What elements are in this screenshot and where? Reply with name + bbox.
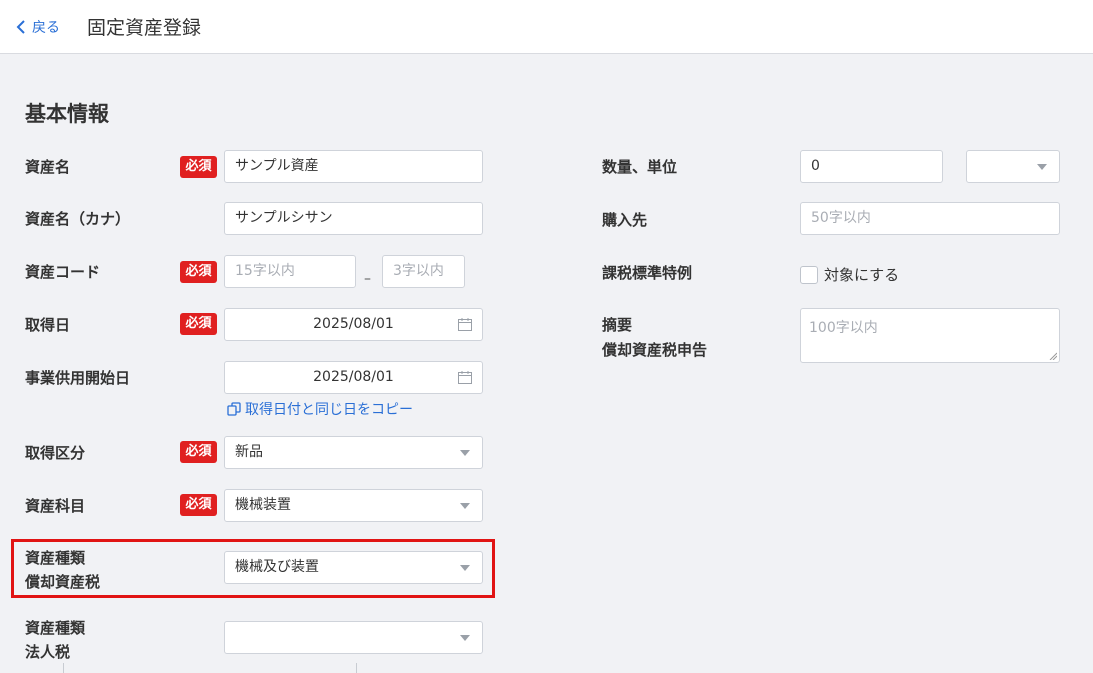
acquisition-type-label: 取得区分 xyxy=(25,444,86,462)
resize-handle-icon[interactable] xyxy=(1049,352,1057,360)
asset-type-depreciable-label-line2: 償却資産税 xyxy=(25,573,101,591)
caret-down-icon xyxy=(460,565,470,571)
asset-name-input[interactable]: サンプル資産 xyxy=(224,150,483,183)
section-title: 基本情報 xyxy=(25,102,109,126)
asset-name-label: 資産名 xyxy=(25,158,71,176)
back-label: 戻る xyxy=(32,20,60,36)
asset-code-input[interactable]: 15字以内 xyxy=(224,255,356,288)
required-badge: 必須 xyxy=(180,313,217,335)
divider xyxy=(356,663,357,673)
asset-type-depreciable-value: 機械及び装置 xyxy=(235,559,319,575)
tax-special-checkbox-label: 対象にする xyxy=(824,266,900,284)
tax-special-label: 課税標準特例 xyxy=(602,264,693,282)
tax-special-checkbox[interactable]: 対象にする xyxy=(800,264,899,285)
top-bar: 戻る 固定資産登録 xyxy=(0,0,1093,54)
service-start-date-label: 事業供用開始日 xyxy=(25,369,131,387)
acquisition-date-input[interactable]: 2025/08/01 xyxy=(224,308,483,341)
caret-down-icon xyxy=(460,503,470,509)
calendar-icon[interactable] xyxy=(458,318,472,331)
acquisition-type-select[interactable]: 新品 xyxy=(224,436,483,469)
required-badge: 必須 xyxy=(180,261,217,283)
calendar-icon[interactable] xyxy=(458,371,472,384)
unit-select[interactable] xyxy=(966,150,1060,183)
account-item-label: 資産科目 xyxy=(25,497,86,515)
asset-type-corporate-select[interactable] xyxy=(224,621,483,654)
supplier-label: 購入先 xyxy=(602,211,648,229)
asset-name-kana-input[interactable]: サンプルシサン xyxy=(224,202,483,235)
summary-label-line2: 償却資産税申告 xyxy=(602,341,708,359)
required-badge: 必須 xyxy=(180,156,217,178)
caret-down-icon xyxy=(1037,164,1047,170)
required-badge: 必須 xyxy=(180,494,217,516)
service-start-date-input[interactable]: 2025/08/01 xyxy=(224,361,483,394)
account-item-select[interactable]: 機械装置 xyxy=(224,489,483,522)
supplier-input[interactable]: 50字以内 xyxy=(800,202,1060,235)
asset-type-depreciable-select[interactable]: 機械及び装置 xyxy=(224,551,483,584)
asset-code-branch-input[interactable]: 3字以内 xyxy=(382,255,465,288)
caret-down-icon xyxy=(460,635,470,641)
asset-type-corporate-label-line1: 資産種類 xyxy=(25,619,86,637)
asset-code-separator: – xyxy=(364,271,371,287)
quantity-input[interactable]: 0 xyxy=(800,150,943,183)
caret-down-icon xyxy=(460,450,470,456)
summary-textarea[interactable]: 100字以内 xyxy=(800,308,1060,363)
service-start-date-value: 2025/08/01 xyxy=(313,369,394,385)
required-badge: 必須 xyxy=(180,441,217,463)
asset-name-kana-label: 資産名（カナ） xyxy=(25,210,131,228)
chevron-left-icon xyxy=(16,20,25,34)
acquisition-date-value: 2025/08/01 xyxy=(313,316,394,332)
copy-icon xyxy=(227,402,241,416)
quantity-label: 数量、単位 xyxy=(602,158,678,176)
divider xyxy=(63,663,64,673)
asset-type-corporate-label-line2: 法人税 xyxy=(25,643,71,661)
checkbox-box[interactable] xyxy=(800,265,818,284)
acquisition-date-label: 取得日 xyxy=(25,316,71,334)
account-item-value: 機械装置 xyxy=(235,497,291,513)
copy-acquisition-date-link[interactable]: 取得日付と同じ日をコピー xyxy=(227,399,413,419)
summary-label-line1: 摘要 xyxy=(602,316,633,334)
copy-link-label: 取得日付と同じ日をコピー xyxy=(245,402,413,418)
acquisition-type-value: 新品 xyxy=(235,444,263,460)
page-title: 固定資産登録 xyxy=(87,17,202,39)
asset-type-depreciable-label-line1: 資産種類 xyxy=(25,549,86,567)
back-button[interactable]: 戻る xyxy=(16,16,60,38)
asset-code-label: 資産コード xyxy=(25,263,101,281)
summary-placeholder: 100字以内 xyxy=(809,320,878,336)
